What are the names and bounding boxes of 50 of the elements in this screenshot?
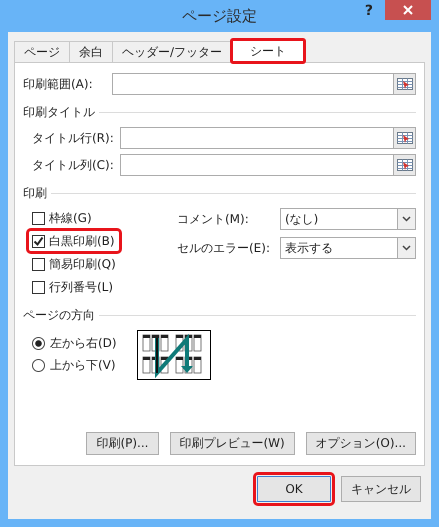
chevron-down-icon xyxy=(402,245,411,251)
checkbox-option[interactable]: 行列番号(L) xyxy=(29,277,118,297)
range-select-button[interactable] xyxy=(394,154,416,176)
tab[interactable]: シート xyxy=(231,39,306,63)
dialog-button[interactable]: 印刷プレビュー(W) xyxy=(170,432,295,455)
field-label: 印刷範囲(A): xyxy=(23,76,94,92)
checkbox[interactable] xyxy=(32,212,45,224)
radio-label: 左から右(D) xyxy=(50,334,117,352)
checkbox-option[interactable]: 白黒印刷(B) xyxy=(29,231,119,251)
radio-button[interactable] xyxy=(32,358,45,372)
section-heading: 印刷 xyxy=(23,185,47,202)
field-label: タイトル行(R): xyxy=(32,130,115,146)
radio-button[interactable] xyxy=(32,336,45,350)
checkbox-option[interactable]: 簡易印刷(Q) xyxy=(29,254,120,274)
checkbox-label: 枠線(G) xyxy=(49,210,92,226)
check-icon xyxy=(33,236,44,246)
range-select-button[interactable] xyxy=(394,127,416,149)
checkbox[interactable] xyxy=(32,280,45,294)
radio-label: 上から下(V) xyxy=(50,356,116,374)
range-select-icon xyxy=(396,159,412,171)
dialog-button[interactable]: 印刷(P)... xyxy=(86,432,158,455)
section-heading: ページの方向 xyxy=(23,307,95,324)
radio-option[interactable]: 左から右(D) xyxy=(32,334,117,352)
chevron-down-icon xyxy=(402,216,411,222)
range-select-icon xyxy=(396,132,412,144)
radio-option[interactable]: 上から下(V) xyxy=(32,356,117,374)
dialog-button[interactable]: オプション(O)... xyxy=(306,432,416,455)
checkbox-label: 簡易印刷(Q) xyxy=(49,256,116,272)
field-label: タイトル列(C): xyxy=(32,156,115,174)
help-button[interactable]: ? xyxy=(358,2,379,20)
checkbox-label: 行列番号(L) xyxy=(49,278,114,296)
dialog-button[interactable]: キャンセル xyxy=(341,476,421,502)
checkbox[interactable] xyxy=(32,258,45,270)
dropdown-label: セルのエラー(E): xyxy=(177,240,271,256)
section-heading: 印刷タイトル xyxy=(23,104,95,121)
tab[interactable]: ページ xyxy=(14,41,70,62)
close-icon xyxy=(403,5,413,15)
input-field[interactable] xyxy=(120,154,394,176)
dropdown-label: コメント(M): xyxy=(177,210,250,228)
range-select-icon xyxy=(396,78,412,90)
input-field[interactable] xyxy=(120,127,394,149)
close-button[interactable] xyxy=(385,0,431,20)
window-title: ページ設定 xyxy=(182,6,257,26)
checkbox-option[interactable]: 枠線(G) xyxy=(29,208,96,228)
dropdown[interactable]: 表示する xyxy=(280,237,416,259)
checkbox-label: 白黒印刷(B) xyxy=(49,232,115,250)
checkbox[interactable] xyxy=(32,234,45,248)
dropdown[interactable]: (なし) xyxy=(280,208,416,230)
range-select-button[interactable] xyxy=(394,73,416,95)
input-field[interactable] xyxy=(112,73,394,95)
